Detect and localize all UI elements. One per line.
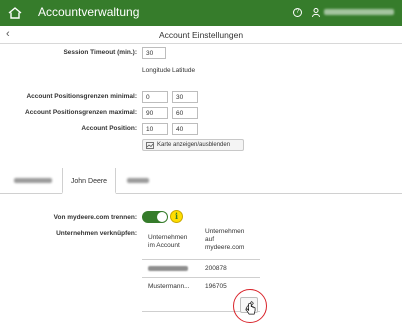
tab-redacted-2[interactable] <box>118 168 158 194</box>
tab-bar: John Deere <box>0 168 402 194</box>
longitude-column-header: Longitude <box>142 67 171 74</box>
table-divider <box>142 259 260 260</box>
table-divider <box>142 277 260 278</box>
row2-company-id: 196705 <box>205 283 227 290</box>
disconnect-label: Von mydeere.com trennen: <box>53 214 137 221</box>
user-name-redacted[interactable] <box>324 9 394 15</box>
page-title: Account Einstellungen <box>158 30 244 40</box>
app-header: Accountverwaltung ? <box>0 0 402 26</box>
position-label: Account Position: <box>81 125 137 132</box>
app-title: Accountverwaltung <box>38 5 140 19</box>
col-company-account: Unternehmen im Account <box>148 234 188 249</box>
row2-company-name: Mustermann... <box>148 283 190 290</box>
max-latitude-input[interactable]: 60 <box>172 107 198 119</box>
row1-company-id: 200878 <box>205 265 227 272</box>
map-icon <box>146 142 154 149</box>
info-icon[interactable]: i <box>170 210 183 223</box>
col-company-mydeere: Unternehmen auf mydeere.com <box>205 228 245 251</box>
latitude-column-header: Latitude <box>172 67 196 74</box>
help-circle-icon[interactable]: ? <box>293 8 302 17</box>
home-icon[interactable] <box>8 7 22 19</box>
highlight-circle <box>233 289 267 323</box>
min-bounds-label: Account Positionsgrenzen minimal: <box>26 93 137 100</box>
session-timeout-input[interactable]: 30 <box>142 47 166 59</box>
tab-john-deere[interactable]: John Deere <box>62 168 116 194</box>
tab-john-deere-label: John Deere <box>70 178 108 185</box>
session-timeout-label: Session Timeout (min.): <box>63 49 137 56</box>
toggle-map-label: Karte anzeigen/ausblenden <box>157 142 231 148</box>
toggle-knob <box>157 212 167 222</box>
page-header: ‹ Account Einstellungen <box>0 26 402 44</box>
min-longitude-input[interactable]: 0 <box>142 91 168 103</box>
min-latitude-input[interactable]: 30 <box>172 91 198 103</box>
toggle-map-button[interactable]: Karte anzeigen/ausblenden <box>142 139 244 151</box>
position-latitude-input[interactable]: 40 <box>172 123 198 135</box>
tab-redacted-1[interactable] <box>6 168 60 194</box>
max-longitude-input[interactable]: 90 <box>142 107 168 119</box>
disconnect-toggle[interactable] <box>142 211 168 223</box>
max-bounds-label: Account Positionsgrenzen maximal: <box>25 109 137 116</box>
link-company-label: Unternehmen verknüpfen: <box>56 230 137 237</box>
row1-company-redacted <box>148 265 188 273</box>
position-longitude-input[interactable]: 10 <box>142 123 168 135</box>
user-icon[interactable] <box>312 8 320 17</box>
